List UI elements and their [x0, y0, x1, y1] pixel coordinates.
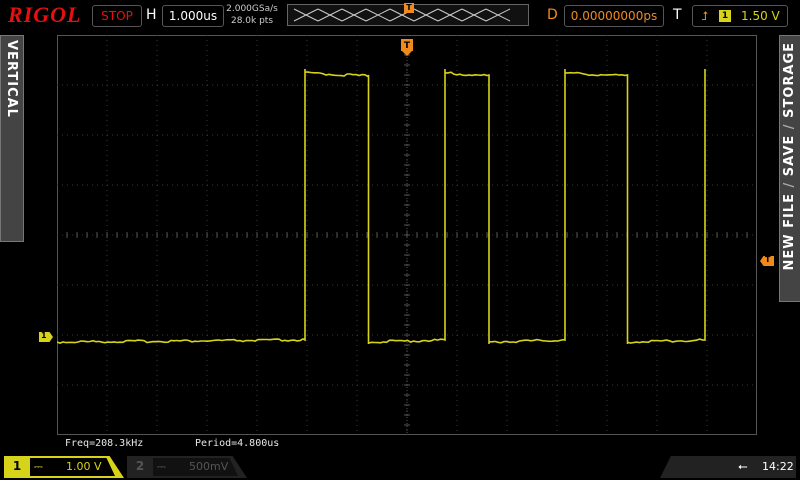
- save-label: SAVE: [782, 134, 797, 177]
- clock: 14:22: [762, 460, 794, 473]
- storage-menu-tab[interactable]: NEW FILE / SAVE / STORAGE: [779, 35, 800, 302]
- vertical-tab[interactable]: VERTICAL: [0, 35, 24, 242]
- storage-menu-label: NEW FILE / SAVE / STORAGE: [782, 42, 797, 271]
- dc-coupling-icon: ⎓: [34, 460, 43, 473]
- channel1-trace: [57, 69, 706, 344]
- memory-overview-bar[interactable]: T: [287, 3, 529, 26]
- channel2-setting[interactable]: 2 ⎓ 500mV: [127, 456, 247, 478]
- trigger-source: 1: [719, 10, 731, 22]
- period-measurement: Period=4.800us: [195, 438, 280, 449]
- usb-icon: ⭠: [738, 459, 748, 473]
- memory-trigger-marker: T: [404, 3, 414, 13]
- run-stop-status[interactable]: STOP: [92, 5, 142, 27]
- vertical-tab-label: VERTICAL: [4, 40, 19, 118]
- svg-text:T: T: [404, 41, 411, 51]
- channel1-offset-marker[interactable]: 1: [39, 332, 53, 342]
- delay-value[interactable]: 0.00000000ps: [564, 5, 664, 27]
- delay-label: D: [547, 7, 558, 23]
- new-file-label: NEW FILE: [782, 193, 797, 271]
- channel1-setting[interactable]: 1 ⎓ 1.00 V: [4, 456, 124, 478]
- channel1-scale: 1.00 V: [66, 460, 102, 473]
- memory-depth: 28.0k pts: [230, 16, 274, 26]
- sample-rate: 2.000GSa/s: [226, 4, 278, 14]
- acquisition-info: 2.000GSa/s 28.0k pts: [226, 3, 278, 27]
- trigger-label: T: [673, 7, 682, 23]
- timebase-value[interactable]: 1.000us: [162, 5, 224, 27]
- system-status: ⭠ 14:22: [660, 456, 796, 478]
- trigger-level: 1.50 V: [741, 9, 780, 23]
- trigger-level-label: T: [765, 255, 771, 264]
- channel1-info: ⎓ 1.00 V: [30, 458, 115, 476]
- top-status-bar: RIGOL STOP H 1.000us 2.000GSa/s 28.0k pt…: [0, 0, 800, 30]
- channel2-scale: 500mV: [189, 460, 229, 473]
- trigger-level-marker[interactable]: T: [760, 256, 774, 266]
- rising-edge-icon: ⮥: [701, 9, 709, 23]
- channel2-info: ⎓ 500mV: [153, 458, 238, 476]
- channel1-number: 1: [12, 459, 22, 473]
- channel1-offset-label: 1: [41, 331, 47, 340]
- trigger-settings[interactable]: ⮥ 1 1.50 V: [692, 5, 788, 27]
- dc-coupling-icon: ⎓: [157, 460, 166, 473]
- brand-logo: RIGOL: [8, 2, 82, 27]
- bottom-channel-bar: 1 ⎓ 1.00 V 2 ⎓ 500mV ⭠ 14:22: [0, 453, 800, 480]
- frequency-measurement: Freq=208.3kHz: [65, 438, 144, 449]
- horizontal-label: H: [146, 7, 157, 23]
- storage-label: STORAGE: [782, 42, 797, 118]
- channel2-number: 2: [135, 459, 145, 473]
- waveform-display[interactable]: T: [57, 35, 757, 435]
- trigger-position-marker: T: [401, 39, 413, 435]
